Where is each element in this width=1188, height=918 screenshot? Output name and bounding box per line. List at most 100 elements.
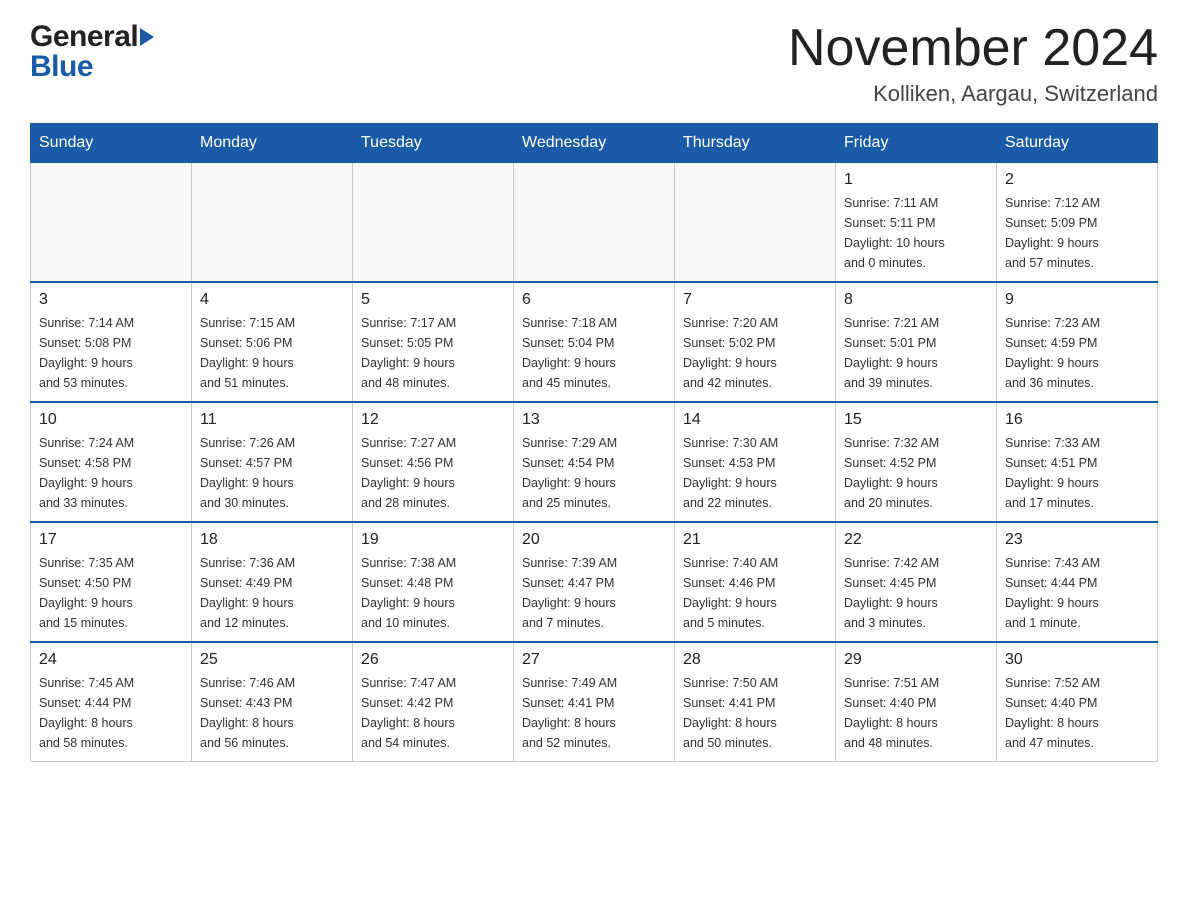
day-info: Sunrise: 7:27 AMSunset: 4:56 PMDaylight:… xyxy=(361,433,505,513)
calendar-cell: 29 Sunrise: 7:51 AMSunset: 4:40 PMDayligh… xyxy=(836,642,997,762)
day-number: 5 xyxy=(361,291,505,309)
calendar-cell: 2 Sunrise: 7:12 AMSunset: 5:09 PMDaylight… xyxy=(997,163,1158,283)
header-day-thursday: Thursday xyxy=(675,124,836,163)
day-number: 20 xyxy=(522,531,666,549)
day-number: 22 xyxy=(844,531,988,549)
day-info: Sunrise: 7:15 AMSunset: 5:06 PMDaylight:… xyxy=(200,313,344,393)
day-number: 13 xyxy=(522,411,666,429)
calendar-cell: 19Sunrise: 7:38 AMSunset: 4:48 PMDayligh… xyxy=(353,522,514,642)
day-number: 8 xyxy=(844,291,988,309)
day-info: Sunrise: 7:38 AMSunset: 4:48 PMDaylight:… xyxy=(361,553,505,633)
calendar-cell: 15Sunrise: 7:32 AMSunset: 4:52 PMDayligh… xyxy=(836,402,997,522)
day-info: Sunrise: 7:21 AMSunset: 5:01 PMDaylight:… xyxy=(844,313,988,393)
calendar-cell: 5Sunrise: 7:17 AMSunset: 5:05 PMDaylight… xyxy=(353,282,514,402)
calendar-cell: 12 Sunrise: 7:27 AMSunset: 4:56 PMDayligh… xyxy=(353,402,514,522)
day-number: 6 xyxy=(522,291,666,309)
day-number: 16 xyxy=(1005,411,1149,429)
day-info: Sunrise: 7:49 AMSunset: 4:41 PMDaylight:… xyxy=(522,673,666,753)
calendar-cell: 4 Sunrise: 7:15 AMSunset: 5:06 PMDaylight… xyxy=(192,282,353,402)
day-info: Sunrise: 7:43 AMSunset: 4:44 PMDaylight:… xyxy=(1005,553,1149,633)
day-info: Sunrise: 7:18 AMSunset: 5:04 PMDaylight:… xyxy=(522,313,666,393)
day-number: 10 xyxy=(39,411,183,429)
header-row: SundayMondayTuesdayWednesdayThursdayFrid… xyxy=(31,124,1158,163)
day-info: Sunrise: 7:32 AMSunset: 4:52 PMDaylight:… xyxy=(844,433,988,513)
day-info: Sunrise: 7:51 AMSunset: 4:40 PMDaylight:… xyxy=(844,673,988,753)
page-header: General Blue November 2024 Kolliken, Aar… xyxy=(30,20,1158,107)
header-day-saturday: Saturday xyxy=(997,124,1158,163)
logo: General Blue xyxy=(30,20,154,84)
day-number: 9 xyxy=(1005,291,1149,309)
calendar-title: November 2024 xyxy=(788,20,1158,77)
day-number: 28 xyxy=(683,651,827,669)
calendar-cell: 3 Sunrise: 7:14 AMSunset: 5:08 PMDaylight… xyxy=(31,282,192,402)
day-number: 12 xyxy=(361,411,505,429)
week-row-3: 10 Sunrise: 7:24 AMSunset: 4:58 PMDayligh… xyxy=(31,402,1158,522)
day-number: 1 xyxy=(844,171,988,189)
week-row-4: 17 Sunrise: 7:35 AMSunset: 4:50 PMDayligh… xyxy=(31,522,1158,642)
week-row-1: 1 Sunrise: 7:11 AMSunset: 5:11 PMDaylight… xyxy=(31,163,1158,283)
day-number: 29 xyxy=(844,651,988,669)
day-number: 17 xyxy=(39,531,183,549)
calendar-cell: 6 Sunrise: 7:18 AMSunset: 5:04 PMDaylight… xyxy=(514,282,675,402)
calendar-cell: 22 Sunrise: 7:42 AMSunset: 4:45 PMDayligh… xyxy=(836,522,997,642)
day-number: 11 xyxy=(200,411,344,429)
calendar-cell xyxy=(514,163,675,283)
day-info: Sunrise: 7:20 AMSunset: 5:02 PMDaylight:… xyxy=(683,313,827,393)
day-number: 3 xyxy=(39,291,183,309)
day-info: Sunrise: 7:12 AMSunset: 5:09 PMDaylight:… xyxy=(1005,193,1149,273)
calendar-cell: 18Sunrise: 7:36 AMSunset: 4:49 PMDayligh… xyxy=(192,522,353,642)
calendar-cell: 8 Sunrise: 7:21 AMSunset: 5:01 PMDaylight… xyxy=(836,282,997,402)
calendar-cell: 7Sunrise: 7:20 AMSunset: 5:02 PMDaylight… xyxy=(675,282,836,402)
calendar-cell: 28 Sunrise: 7:50 AMSunset: 4:41 PMDayligh… xyxy=(675,642,836,762)
day-info: Sunrise: 7:36 AMSunset: 4:49 PMDaylight:… xyxy=(200,553,344,633)
header-day-friday: Friday xyxy=(836,124,997,163)
day-info: Sunrise: 7:33 AMSunset: 4:51 PMDaylight:… xyxy=(1005,433,1149,513)
calendar-cell: 20 Sunrise: 7:39 AMSunset: 4:47 PMDayligh… xyxy=(514,522,675,642)
header-day-tuesday: Tuesday xyxy=(353,124,514,163)
calendar-cell: 1 Sunrise: 7:11 AMSunset: 5:11 PMDaylight… xyxy=(836,163,997,283)
title-area: November 2024 Kolliken, Aargau, Switzerl… xyxy=(788,20,1158,107)
day-info: Sunrise: 7:50 AMSunset: 4:41 PMDaylight:… xyxy=(683,673,827,753)
calendar-cell xyxy=(353,163,514,283)
calendar-cell: 17 Sunrise: 7:35 AMSunset: 4:50 PMDayligh… xyxy=(31,522,192,642)
day-info: Sunrise: 7:29 AMSunset: 4:54 PMDaylight:… xyxy=(522,433,666,513)
day-info: Sunrise: 7:11 AMSunset: 5:11 PMDaylight:… xyxy=(844,193,988,273)
day-info: Sunrise: 7:14 AMSunset: 5:08 PMDaylight:… xyxy=(39,313,183,393)
calendar-cell: 16 Sunrise: 7:33 AMSunset: 4:51 PMDayligh… xyxy=(997,402,1158,522)
header-day-wednesday: Wednesday xyxy=(514,124,675,163)
calendar-cell: 10 Sunrise: 7:24 AMSunset: 4:58 PMDayligh… xyxy=(31,402,192,522)
day-info: Sunrise: 7:23 AMSunset: 4:59 PMDaylight:… xyxy=(1005,313,1149,393)
day-number: 21 xyxy=(683,531,827,549)
week-row-2: 3 Sunrise: 7:14 AMSunset: 5:08 PMDaylight… xyxy=(31,282,1158,402)
day-info: Sunrise: 7:40 AMSunset: 4:46 PMDaylight:… xyxy=(683,553,827,633)
calendar-cell xyxy=(31,163,192,283)
week-row-5: 24Sunrise: 7:45 AMSunset: 4:44 PMDayligh… xyxy=(31,642,1158,762)
logo-general-text: General xyxy=(30,20,138,54)
day-info: Sunrise: 7:30 AMSunset: 4:53 PMDaylight:… xyxy=(683,433,827,513)
day-info: Sunrise: 7:24 AMSunset: 4:58 PMDaylight:… xyxy=(39,433,183,513)
day-number: 26 xyxy=(361,651,505,669)
day-number: 14 xyxy=(683,411,827,429)
calendar-cell: 30Sunrise: 7:52 AMSunset: 4:40 PMDayligh… xyxy=(997,642,1158,762)
day-info: Sunrise: 7:46 AMSunset: 4:43 PMDaylight:… xyxy=(200,673,344,753)
logo-arrow-icon xyxy=(140,28,154,46)
calendar-cell: 25Sunrise: 7:46 AMSunset: 4:43 PMDayligh… xyxy=(192,642,353,762)
day-info: Sunrise: 7:42 AMSunset: 4:45 PMDaylight:… xyxy=(844,553,988,633)
day-number: 30 xyxy=(1005,651,1149,669)
day-info: Sunrise: 7:39 AMSunset: 4:47 PMDaylight:… xyxy=(522,553,666,633)
calendar-body: 1 Sunrise: 7:11 AMSunset: 5:11 PMDaylight… xyxy=(31,163,1158,762)
calendar-cell: 9 Sunrise: 7:23 AMSunset: 4:59 PMDaylight… xyxy=(997,282,1158,402)
day-number: 4 xyxy=(200,291,344,309)
calendar-cell: 24Sunrise: 7:45 AMSunset: 4:44 PMDayligh… xyxy=(31,642,192,762)
header-day-monday: Monday xyxy=(192,124,353,163)
calendar-cell: 23Sunrise: 7:43 AMSunset: 4:44 PMDayligh… xyxy=(997,522,1158,642)
day-number: 2 xyxy=(1005,171,1149,189)
calendar-table: SundayMondayTuesdayWednesdayThursdayFrid… xyxy=(30,123,1158,762)
calendar-cell xyxy=(675,163,836,283)
calendar-cell: 26 Sunrise: 7:47 AMSunset: 4:42 PMDayligh… xyxy=(353,642,514,762)
calendar-cell: 21 Sunrise: 7:40 AMSunset: 4:46 PMDayligh… xyxy=(675,522,836,642)
day-info: Sunrise: 7:47 AMSunset: 4:42 PMDaylight:… xyxy=(361,673,505,753)
day-info: Sunrise: 7:35 AMSunset: 4:50 PMDaylight:… xyxy=(39,553,183,633)
day-number: 24 xyxy=(39,651,183,669)
calendar-cell: 27Sunrise: 7:49 AMSunset: 4:41 PMDayligh… xyxy=(514,642,675,762)
